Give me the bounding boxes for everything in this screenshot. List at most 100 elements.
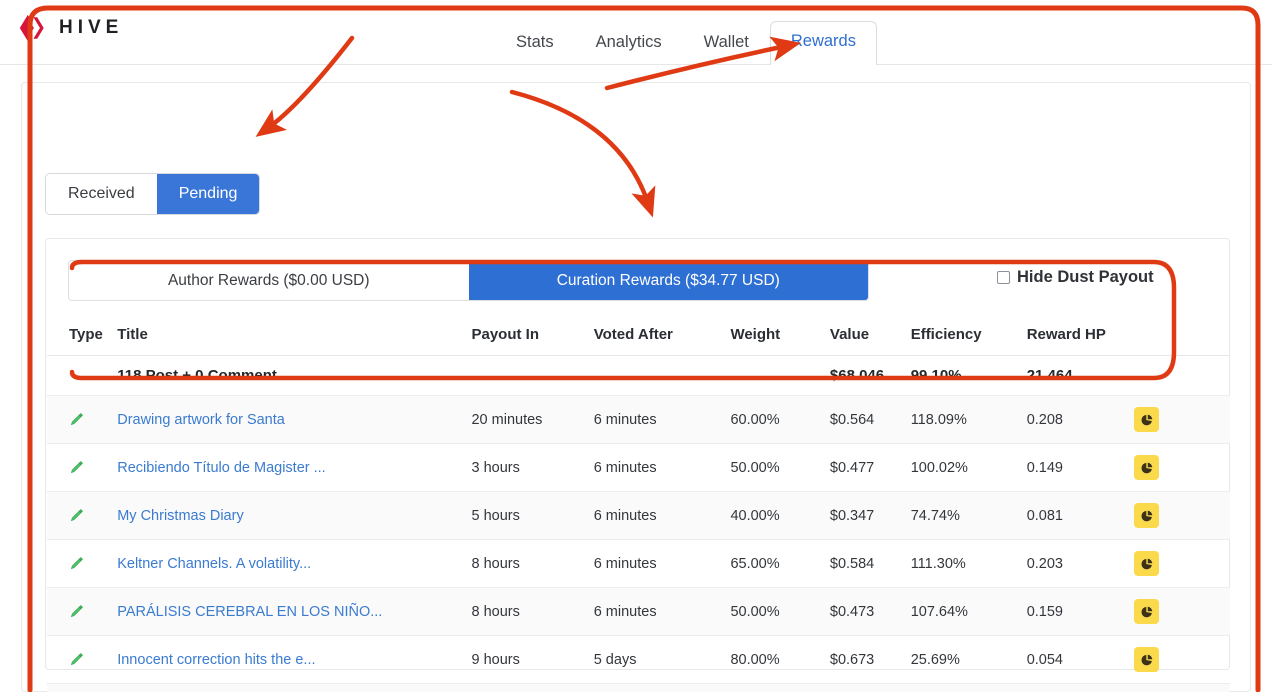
cell-payout-in: 8 hours xyxy=(465,539,588,588)
rewards-panel: Author Rewards ($0.00 USD) Curation Rewa… xyxy=(45,238,1230,692)
cell-value: $0.347 xyxy=(823,491,905,540)
summary-reward-hp: 21.464 xyxy=(1020,355,1129,396)
cell-reward-hp: 0.149 xyxy=(1020,443,1129,492)
cell-efficiency: 106.04% xyxy=(904,683,1021,692)
hide-dust-payout-toggle[interactable]: Hide Dust Payout xyxy=(997,268,1154,287)
cell-efficiency: 25.69% xyxy=(904,635,1021,684)
summary-efficiency: 99.10% xyxy=(904,355,1021,396)
table-row[interactable]: Innocent correction hits the e... 9 hours… xyxy=(47,635,1230,684)
cell-payout-in: 9 hours xyxy=(465,635,588,684)
checkbox-icon[interactable] xyxy=(997,271,1010,284)
cell-value: $0.616 xyxy=(823,683,905,692)
cell-weight: 50.00% xyxy=(724,443,824,492)
cell-reward-hp: 0.203 xyxy=(1020,539,1129,588)
cell-type xyxy=(47,683,112,692)
pencil-icon xyxy=(69,652,105,667)
post-title-link[interactable]: Recibiendo Título de Magister ... xyxy=(117,460,325,476)
pie-chart-icon[interactable] xyxy=(1134,503,1160,528)
pencil-icon xyxy=(69,460,105,475)
pencil-icon xyxy=(69,556,105,571)
cell-voted-after: 6 minutes xyxy=(587,443,725,492)
brand[interactable]: HIVE xyxy=(17,13,123,43)
cell-efficiency: 107.64% xyxy=(904,587,1021,636)
summary-value: $68.046 xyxy=(823,355,905,396)
page-body: Received Pending Author Rewards ($0.00 U… xyxy=(0,65,1272,692)
received-button[interactable]: Received xyxy=(46,174,157,214)
post-title-link[interactable]: PARÁLISIS CEREBRAL EN LOS NIÑO... xyxy=(117,604,382,620)
cell-efficiency: 100.02% xyxy=(904,443,1021,492)
cell-weight: 50.00% xyxy=(724,587,824,636)
pencil-icon xyxy=(69,604,105,619)
app-root: HIVE Stats Analytics Wallet Rewards Rece… xyxy=(0,0,1272,692)
table-body: 118 Post + 0 Comment $68.046 99.10% 21.464 D… xyxy=(47,355,1230,692)
tab-analytics[interactable]: Analytics xyxy=(575,22,683,66)
table-head: Type Title Payout In Voted After Weight … xyxy=(47,315,1230,356)
cell-voted-after: 6 minutes xyxy=(587,587,725,636)
table-row[interactable]: New BTC pullback that leaves t...9 hours… xyxy=(47,683,1230,692)
cell-payout-in: 9 hours xyxy=(465,683,588,692)
table-row[interactable]: Recibiendo Título de Magister ... 3 hours… xyxy=(47,443,1230,492)
hive-logo-icon xyxy=(19,14,44,42)
cell-voted-after: 6 minutes xyxy=(587,491,725,540)
cell-reward-hp: 0.159 xyxy=(1020,587,1129,636)
cell-weight: 65.00% xyxy=(724,539,824,588)
cell-efficiency: 118.09% xyxy=(904,395,1021,444)
rewards-card: Received Pending Author Rewards ($0.00 U… xyxy=(21,82,1251,692)
tab-stats[interactable]: Stats xyxy=(495,22,575,66)
header-title[interactable]: Title xyxy=(111,315,466,356)
post-title-link[interactable]: Drawing artwork for Santa xyxy=(117,412,285,428)
table-summary-row: 118 Post + 0 Comment $68.046 99.10% 21.464 xyxy=(47,355,1230,396)
cell-reward-hp: 0.054 xyxy=(1020,635,1129,684)
header-payout-in[interactable]: Payout In xyxy=(465,315,588,356)
post-title-link[interactable]: My Christmas Diary xyxy=(117,508,243,524)
header-reward-hp[interactable]: Reward HP xyxy=(1020,315,1129,356)
cell-type xyxy=(47,395,112,444)
pending-button[interactable]: Pending xyxy=(156,174,260,214)
cell-voted-after: 6 minutes xyxy=(587,683,725,692)
header-actions xyxy=(1128,315,1230,356)
cell-voted-after: 6 minutes xyxy=(587,539,725,588)
summary-label: 118 Post + 0 Comment xyxy=(111,355,466,396)
cell-value: $0.473 xyxy=(823,587,905,636)
cell-reward-hp: 0.208 xyxy=(1020,395,1129,444)
tab-rewards[interactable]: Rewards xyxy=(769,21,877,66)
main-nav: Stats Analytics Wallet Rewards xyxy=(495,14,877,66)
cell-reward-hp: 0.081 xyxy=(1020,491,1129,540)
hide-dust-payout-label: Hide Dust Payout xyxy=(1017,268,1154,286)
pie-chart-icon[interactable] xyxy=(1134,551,1160,576)
pie-chart-icon[interactable] xyxy=(1134,599,1160,624)
table-header-row: Type Title Payout In Voted After Weight … xyxy=(47,315,1230,356)
header-type[interactable]: Type xyxy=(47,315,112,356)
cell-value: $0.477 xyxy=(823,443,905,492)
header-value[interactable]: Value xyxy=(823,315,905,356)
cell-payout-in: 8 hours xyxy=(465,587,588,636)
pie-chart-icon[interactable] xyxy=(1134,455,1160,480)
curation-rewards-button[interactable]: Curation Rewards ($34.77 USD) xyxy=(468,261,868,300)
header-voted-after[interactable]: Voted After xyxy=(587,315,725,356)
rewards-table: Type Title Payout In Voted After Weight … xyxy=(47,315,1230,692)
pie-chart-icon[interactable] xyxy=(1134,647,1160,672)
cell-payout-in: 5 hours xyxy=(465,491,588,540)
reward-type-toggle: Author Rewards ($0.00 USD) Curation Rewa… xyxy=(68,260,869,301)
cell-payout-in: 3 hours xyxy=(465,443,588,492)
cell-type xyxy=(47,539,112,588)
cell-value: $0.564 xyxy=(823,395,905,444)
cell-type xyxy=(47,635,112,684)
cell-reward-hp: 0.204 xyxy=(1020,683,1129,692)
author-rewards-button[interactable]: Author Rewards ($0.00 USD) xyxy=(69,261,469,300)
table-row[interactable]: My Christmas Diary 5 hours 6 minutes 40.00%… xyxy=(47,491,1230,540)
header-efficiency[interactable]: Efficiency xyxy=(904,315,1021,356)
tab-wallet[interactable]: Wallet xyxy=(683,22,770,66)
pie-chart-icon[interactable] xyxy=(1134,407,1160,432)
post-title-link[interactable]: Innocent correction hits the e... xyxy=(117,652,315,668)
header-weight[interactable]: Weight xyxy=(724,315,824,356)
table-row[interactable]: Drawing artwork for Santa 20 minutes 6 min… xyxy=(47,395,1230,444)
table-row[interactable]: Keltner Channels. A volatility... 8 hours… xyxy=(47,539,1230,588)
post-title-link[interactable]: Keltner Channels. A volatility... xyxy=(117,556,311,572)
brand-name: HIVE xyxy=(59,17,124,38)
table-row[interactable]: PARÁLISIS CEREBRAL EN LOS NIÑO... 8 hours… xyxy=(47,587,1230,636)
cell-efficiency: 111.30% xyxy=(904,539,1021,588)
cell-value: $0.673 xyxy=(823,635,905,684)
cell-weight: 65.00% xyxy=(724,683,824,692)
cell-weight: 80.00% xyxy=(724,635,824,684)
